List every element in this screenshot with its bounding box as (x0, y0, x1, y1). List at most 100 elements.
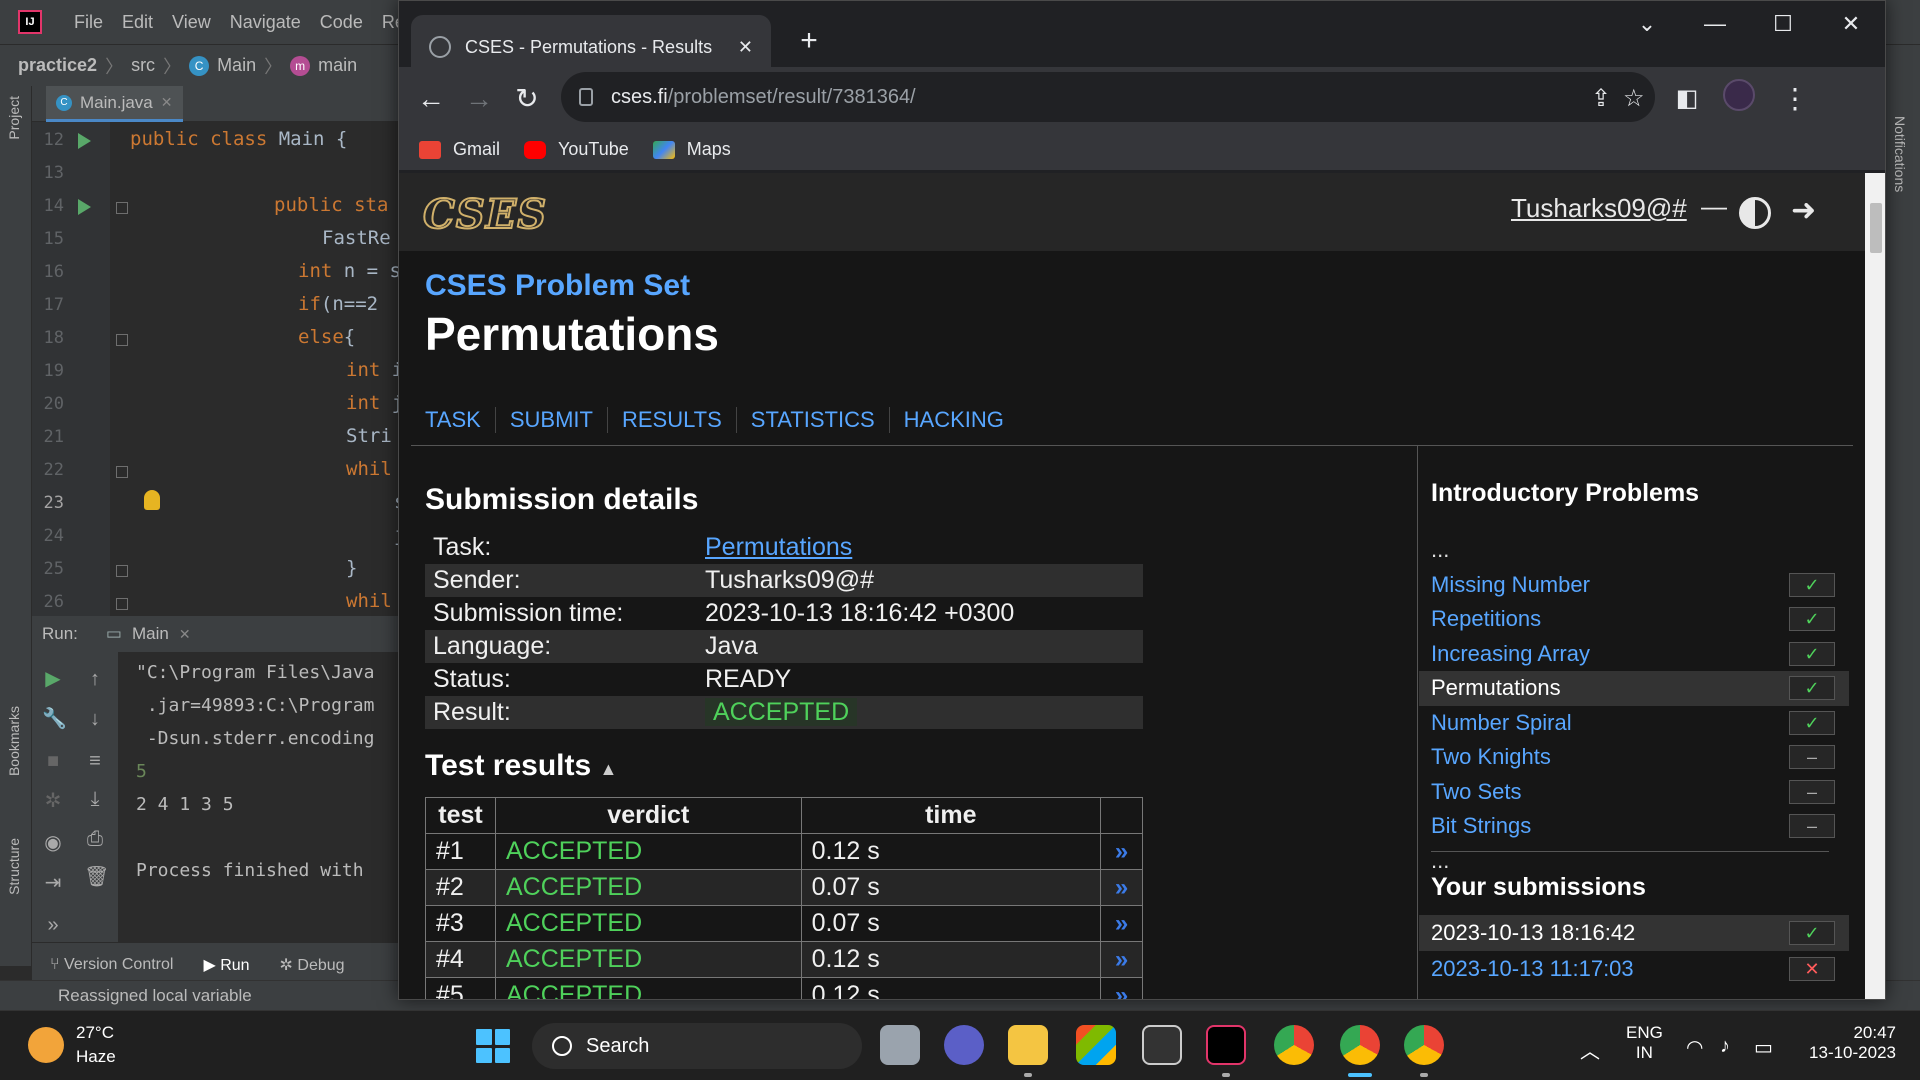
print-icon[interactable]: ⎙ (84, 828, 106, 850)
notifications-tool-button[interactable]: Notifications (1892, 116, 1908, 192)
user-link[interactable]: Tusharks09@# (1511, 193, 1687, 224)
bookmark-gmail[interactable]: Gmail (419, 139, 500, 160)
rerun-icon[interactable]: ▶ (42, 668, 64, 690)
version-control-tab[interactable]: ⑂ Version Control (50, 956, 173, 974)
chrome-profile-icon[interactable] (1404, 1025, 1444, 1065)
trash-icon[interactable]: 🗑 (84, 866, 109, 888)
fold-marker-icon[interactable] (116, 466, 128, 478)
submission-item-current[interactable]: 2023-10-13 18:16:42 ✓ (1419, 915, 1849, 951)
menu-navigate[interactable]: Navigate (230, 12, 301, 33)
double-chevron-right-icon[interactable]: » (1100, 869, 1143, 906)
double-chevron-right-icon[interactable]: » (1100, 977, 1143, 999)
battery-icon[interactable]: ▭ (1754, 1035, 1773, 1060)
console-output[interactable]: "C:\Program Files\Java .jar=49893:C:\Pro… (118, 652, 402, 942)
bookmark-youtube[interactable]: YouTube (524, 139, 629, 160)
stop-icon[interactable]: ■ (42, 750, 64, 772)
page-scrollbar[interactable] (1865, 173, 1885, 999)
taskbar-search[interactable]: Search (532, 1023, 862, 1069)
menu-view[interactable]: View (172, 12, 211, 33)
down-arrow-icon[interactable]: ↓ (84, 708, 106, 730)
logout-icon[interactable]: ➜ (1791, 193, 1816, 228)
settings-icon[interactable]: ✲ (42, 790, 64, 812)
lock-icon[interactable] (579, 88, 593, 106)
volume-icon[interactable]: ♪ (1720, 1035, 1730, 1058)
breadcrumb-class[interactable]: Main (217, 55, 256, 76)
share-icon[interactable]: ⇪ (1591, 84, 1611, 113)
chevron-down-icon[interactable]: ⌄ (1627, 11, 1667, 37)
chrome-profile-icon[interactable] (1340, 1025, 1380, 1065)
login-icon[interactable]: ⇥ (42, 872, 64, 894)
start-button[interactable] (476, 1029, 510, 1063)
weather-description[interactable]: Haze (76, 1047, 116, 1067)
fold-marker-icon[interactable] (116, 334, 128, 346)
problem-item[interactable]: Two Sets – (1419, 775, 1849, 810)
minimize-button[interactable]: — (1695, 11, 1735, 37)
breadcrumb-src[interactable]: src (131, 55, 155, 76)
editor-tab-main-java[interactable]: C Main.java ✕ (46, 86, 183, 122)
menu-file[interactable]: File (74, 12, 103, 33)
close-icon[interactable]: ✕ (179, 626, 191, 643)
clock[interactable]: 20:47 13-10-2023 (1800, 1023, 1896, 1063)
weather-temperature[interactable]: 27°C (76, 1023, 114, 1043)
problem-item-current[interactable]: Permutations ✓ (1419, 671, 1849, 706)
nav-hacking[interactable]: HACKING (888, 407, 1018, 433)
breadcrumb-project[interactable]: practice2 (18, 55, 97, 76)
debug-tab[interactable]: ✲ Debug (280, 955, 345, 975)
chrome-icon[interactable] (1274, 1025, 1314, 1065)
close-icon[interactable]: ✕ (738, 37, 753, 58)
nav-results[interactable]: RESULTS (606, 407, 736, 433)
problem-item[interactable]: Increasing Array ✓ (1419, 637, 1849, 672)
scroll-to-end-icon[interactable]: ⤓ (84, 788, 106, 810)
submission-item[interactable]: 2023-10-13 11:17:03 ✕ (1419, 951, 1849, 987)
problem-set-title[interactable]: CSES Problem Set (425, 269, 690, 303)
lightbulb-icon[interactable] (144, 490, 160, 510)
double-chevron-right-icon[interactable]: » (1100, 905, 1143, 942)
up-arrow-icon[interactable]: ↑ (84, 668, 106, 690)
task-view-icon[interactable] (880, 1025, 920, 1065)
bookmark-star-icon[interactable]: ☆ (1623, 84, 1645, 113)
side-panel-icon[interactable]: ◧ (1669, 81, 1705, 117)
wrench-icon[interactable]: 🔧 (42, 708, 67, 730)
run-gutter-icon[interactable] (78, 133, 91, 149)
chat-icon[interactable] (944, 1025, 984, 1065)
soft-wrap-icon[interactable]: ≡ (84, 750, 106, 772)
close-window-button[interactable]: ✕ (1831, 11, 1871, 37)
breadcrumb-method[interactable]: main (318, 55, 357, 76)
fold-marker-icon[interactable] (116, 565, 128, 577)
profile-avatar[interactable] (1723, 79, 1755, 111)
run-tab-main[interactable]: Main (132, 624, 169, 644)
scrollbar-thumb[interactable] (1870, 203, 1882, 253)
address-bar[interactable]: cses.fi/problemset/result/7381364/ ⇪ ☆ (561, 72, 1655, 122)
language-indicator[interactable]: ENG IN (1626, 1023, 1663, 1063)
theme-toggle-icon[interactable] (1739, 197, 1771, 229)
file-explorer-icon[interactable] (1008, 1025, 1048, 1065)
unity-icon[interactable] (1142, 1025, 1182, 1065)
bookmarks-tool-button[interactable]: Bookmarks (6, 706, 22, 776)
run-gutter-icon[interactable] (78, 199, 91, 215)
tests-heading[interactable]: Test results ▲ (425, 749, 617, 783)
menu-edit[interactable]: Edit (122, 12, 153, 33)
menu-code[interactable]: Code (320, 12, 363, 33)
maximize-button[interactable]: ☐ (1763, 11, 1803, 37)
wifi-icon[interactable]: ◠ (1686, 1035, 1703, 1060)
structure-tool-button[interactable]: Structure (6, 838, 22, 895)
back-button[interactable]: ← (413, 81, 449, 117)
intellij-taskbar-icon[interactable] (1206, 1025, 1246, 1065)
nav-task[interactable]: TASK (425, 407, 495, 433)
problem-item[interactable]: Repetitions ✓ (1419, 602, 1849, 637)
close-icon[interactable]: ✕ (161, 94, 173, 111)
nav-statistics[interactable]: STATISTICS (735, 407, 889, 433)
double-chevron-right-icon[interactable]: » (1100, 941, 1143, 978)
double-chevron-right-icon[interactable]: » (1100, 833, 1143, 870)
kebab-menu-icon[interactable]: ⋮ (1777, 81, 1813, 117)
weather-icon[interactable] (28, 1027, 64, 1063)
forward-button[interactable]: → (461, 81, 497, 117)
project-tool-button[interactable]: Project (6, 96, 22, 140)
problem-item[interactable]: Number Spiral ✓ (1419, 706, 1849, 741)
store-icon[interactable] (1076, 1025, 1116, 1065)
task-link[interactable]: Permutations (705, 533, 852, 561)
problem-item[interactable]: Missing Number ✓ (1419, 568, 1849, 603)
expand-icon[interactable]: » (42, 914, 64, 936)
problem-item[interactable]: Two Knights – (1419, 740, 1849, 775)
problem-item[interactable]: Bit Strings – (1419, 809, 1849, 844)
